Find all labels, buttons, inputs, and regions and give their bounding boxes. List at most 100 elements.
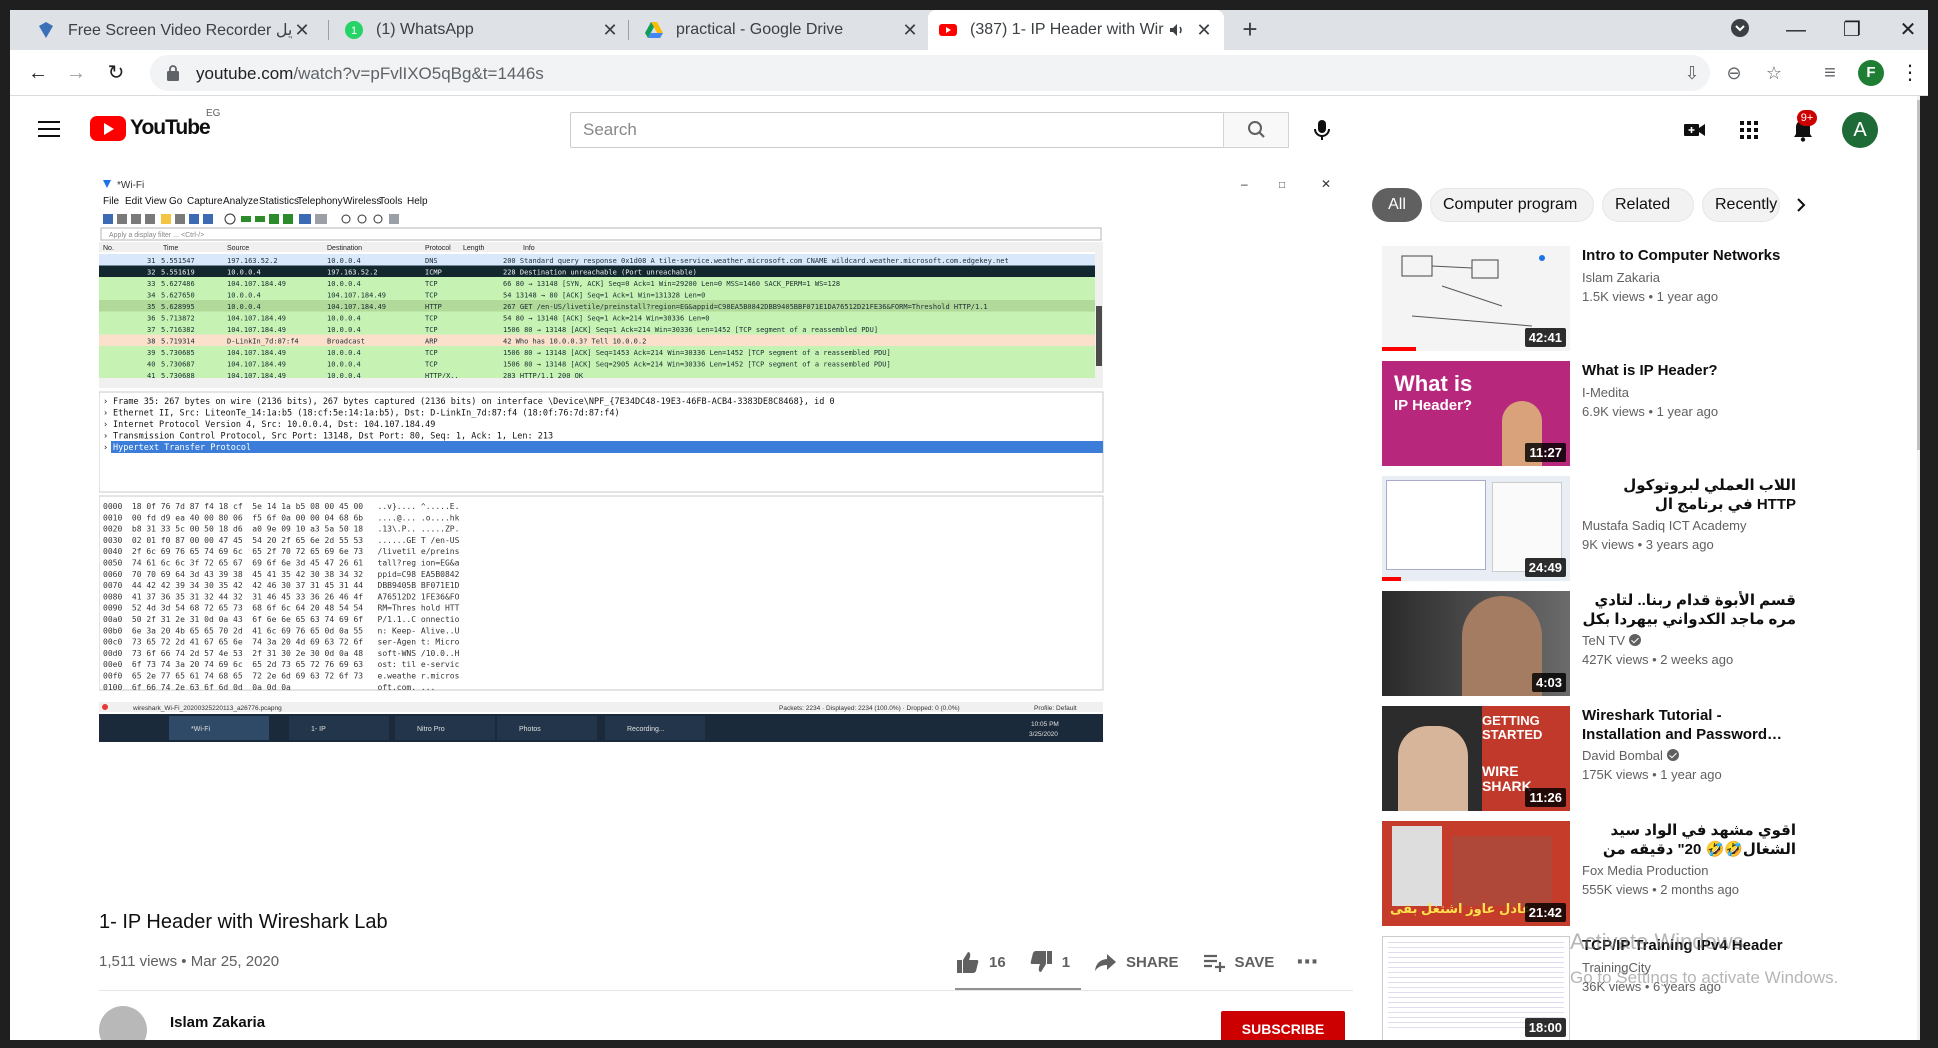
whatsapp-favicon-icon: 1 <box>345 21 363 39</box>
tab-title: practical - Google Drive <box>676 21 844 38</box>
share-button[interactable]: SHARE <box>1092 949 1179 975</box>
close-icon[interactable]: ✕ <box>900 20 920 40</box>
speaker-audio-icon[interactable] <box>1168 21 1186 39</box>
reload-icon[interactable]: ↻ <box>104 61 128 85</box>
chevron-right-icon[interactable] <box>1790 194 1812 216</box>
recommendation-channel[interactable]: TeN TV <box>1582 633 1642 648</box>
country-code: EG <box>206 108 221 119</box>
chip-computer-program[interactable]: Computer program <box>1430 188 1594 222</box>
close-icon[interactable]: ✕ <box>600 20 620 40</box>
recommendation-title[interactable]: What is IP Header? <box>1582 361 1796 380</box>
kebab-menu-icon[interactable]: ⋮ <box>1898 61 1922 85</box>
recommendation-channel[interactable]: Mustafa Sadiq ICT Academy <box>1582 518 1747 533</box>
recommendation-item[interactable]: 42:41 Intro to Computer Networks Islam Zak… <box>1382 246 1920 354</box>
video-thumbnail[interactable]: عادل عاوز اشتغل بقى 21:42 <box>1382 821 1570 926</box>
youtube-logo[interactable]: YouTube EG <box>90 108 220 141</box>
ws-hex-line: 0040 2f 6c 69 76 65 74 69 6c 65 2f 70 72… <box>103 547 460 556</box>
page-scrollbar[interactable] <box>1917 96 1920 1040</box>
chip-related[interactable]: Related <box>1602 188 1694 222</box>
recommendation-title[interactable]: Wireshark Tutorial - Installation and Pa… <box>1582 706 1796 744</box>
video-thumbnail[interactable]: GETTING STARTED WIRE SHARK 11:26 <box>1382 706 1570 811</box>
ws-detail-line: Transmission Control Protocol, Src Port:… <box>113 432 553 442</box>
chip-all[interactable]: All <box>1372 188 1422 222</box>
recommendation-title[interactable]: اللاب العملي لبروتوكول HTTP في برنامج ال… <box>1582 476 1796 516</box>
ws-cell-time: 5.627486 <box>161 280 195 288</box>
video-frame-wireshark: *Wi-Fi – □ ✕ File Edit View Go Capture Analyz… <box>99 176 1353 886</box>
close-icon[interactable]: ✕ <box>1194 20 1214 40</box>
ws-menu-item: Edit <box>125 196 142 207</box>
ws-menu-item: Statistics <box>259 196 299 207</box>
media-control-icon[interactable]: ≡ <box>1818 61 1842 85</box>
video-thumbnail[interactable]: 42:41 <box>1382 246 1570 351</box>
recommendation-item[interactable]: 24:49 اللاب العملي لبروتوكول HTTP في برنا… <box>1382 476 1920 584</box>
verified-check-icon <box>1629 634 1642 646</box>
video-thumbnail[interactable]: 18:00 <box>1382 936 1570 1040</box>
recommendation-item[interactable]: GETTING STARTED WIRE SHARK 11:26 Wireshark … <box>1382 706 1920 814</box>
share-arrow-icon <box>1095 954 1117 971</box>
channel-name[interactable]: Islam Zakaria <box>170 1014 265 1031</box>
tab-whatsapp[interactable]: 1 (1) WhatsApp ✕ <box>334 10 630 50</box>
account-avatar[interactable]: A <box>1842 112 1878 148</box>
zoom-icon[interactable]: ⊖ <box>1722 61 1746 85</box>
ws-hex-line: 0050 74 61 6c 6c 3f 72 65 67 69 6f 6e 3d… <box>103 559 460 568</box>
maximize-icon[interactable]: ❐ <box>1840 18 1864 42</box>
channel-avatar[interactable] <box>99 1006 147 1040</box>
recommendation-channel[interactable]: Fox Media Production <box>1582 863 1708 878</box>
ws-cell-protocol: TCP <box>425 349 438 357</box>
new-tab-plus-icon[interactable]: + <box>1238 16 1262 42</box>
recommendation-channel[interactable]: I-Medita <box>1582 385 1629 400</box>
youtube-play-icon <box>90 115 126 141</box>
recommendation-item[interactable]: What is IP Header? 11:27 What is IP Header?… <box>1382 361 1920 469</box>
win-taskbar-app-label: *Wi-Fi <box>191 726 210 733</box>
chip-recently-uploaded[interactable]: Recently uploaded <box>1702 188 1780 222</box>
save-button[interactable]: SAVE <box>1201 949 1274 975</box>
address-bar[interactable]: youtube.com/watch?v=pFvlIXO5qBg&t=1446s … <box>150 55 1782 91</box>
video-thumbnail[interactable]: 24:49 <box>1382 476 1570 581</box>
video-actions: 16 1 SHARE SAVE ⋯ <box>955 944 1341 980</box>
ws-selected-detail-highlight <box>111 441 1103 453</box>
channel-name: David Bombal <box>1582 748 1663 763</box>
recommendation-title[interactable]: Intro to Computer Networks <box>1582 246 1796 265</box>
recommendation-item[interactable]: 4:03 قسم الأبوة قدام ربنا.. لتادي مره ماج… <box>1382 591 1920 699</box>
more-actions-icon[interactable]: ⋯ <box>1296 949 1319 975</box>
search-input[interactable] <box>571 113 1223 147</box>
apps-grid-icon[interactable] <box>1735 116 1763 144</box>
ws-packet-cells: 34 5.627650 10.0.0.4 104.107.184.49 TCP 54 13… <box>147 292 705 300</box>
tab-google-drive[interactable]: practical - Google Drive ✕ <box>634 10 930 50</box>
close-icon[interactable]: ✕ <box>292 20 312 40</box>
recommendation-item[interactable]: عادل عاوز اشتغل بقى 21:42 اقوي مشهد في الو… <box>1382 821 1920 929</box>
hamburger-menu-icon[interactable] <box>38 116 62 140</box>
ws-packet-cells: 40 5.730687 104.107.184.49 10.0.0.4 TCP 1506 … <box>147 361 891 369</box>
recommendation-channel[interactable]: Islam Zakaria <box>1582 270 1660 285</box>
install-app-icon[interactable]: ⇩ <box>1680 61 1704 85</box>
recommendation-title[interactable]: اقوي مشهد في الواد سيد الشغال🤣🤣 20" دقيق… <box>1582 821 1796 861</box>
search-button[interactable] <box>1223 112 1289 148</box>
tab-search-chevron-icon[interactable] <box>1728 18 1752 42</box>
forward-arrow-icon[interactable]: → <box>64 61 88 85</box>
minimize-icon[interactable]: — <box>1784 18 1808 42</box>
ws-cell-time: 5.628995 <box>161 303 195 311</box>
microphone-icon[interactable] <box>1308 116 1336 144</box>
create-video-icon[interactable] <box>1681 116 1709 144</box>
tab-screen-recorder[interactable]: Free Screen Video Recorder تنزيل ✕ <box>26 10 322 50</box>
dislike-button[interactable]: 1 <box>1028 949 1070 975</box>
window-close-icon[interactable]: ✕ <box>1896 18 1920 42</box>
recommendation-title[interactable]: قسم الأبوة قدام ربنا.. لتادي مره ماجد ال… <box>1582 591 1796 631</box>
ws-cell-time: 5.719314 <box>161 338 195 346</box>
page-scroll-thumb[interactable] <box>1917 100 1920 450</box>
back-arrow-icon[interactable]: ← <box>26 61 50 85</box>
tab-youtube-active[interactable]: (387) 1- IP Header with Wireshark Lab ✕ <box>928 10 1224 50</box>
ws-cell-destination: 10.0.0.4 <box>327 280 361 288</box>
like-button[interactable]: 16 <box>955 949 1006 975</box>
ws-cell-protocol: HTTP <box>425 303 442 311</box>
bookmark-star-icon[interactable]: ☆ <box>1762 61 1786 85</box>
profile-avatar[interactable]: F <box>1858 60 1884 86</box>
recommendation-channel[interactable]: David Bombal <box>1582 748 1679 763</box>
ws-cell-info: 42 Who has 10.0.0.3? Tell 10.0.0.2 <box>503 338 646 346</box>
video-thumbnail[interactable]: 4:03 <box>1382 591 1570 696</box>
ws-detail-line: Internet Protocol Version 4, Src: 10.0.0… <box>113 420 435 430</box>
subscribe-button[interactable]: SUBSCRIBE <box>1221 1011 1345 1040</box>
video-player[interactable]: *Wi-Fi – □ ✕ File Edit View Go Capture Analyz… <box>99 176 1353 886</box>
video-thumbnail[interactable]: What is IP Header? 11:27 <box>1382 361 1570 466</box>
thumb-text: GETTING STARTED <box>1482 713 1543 742</box>
